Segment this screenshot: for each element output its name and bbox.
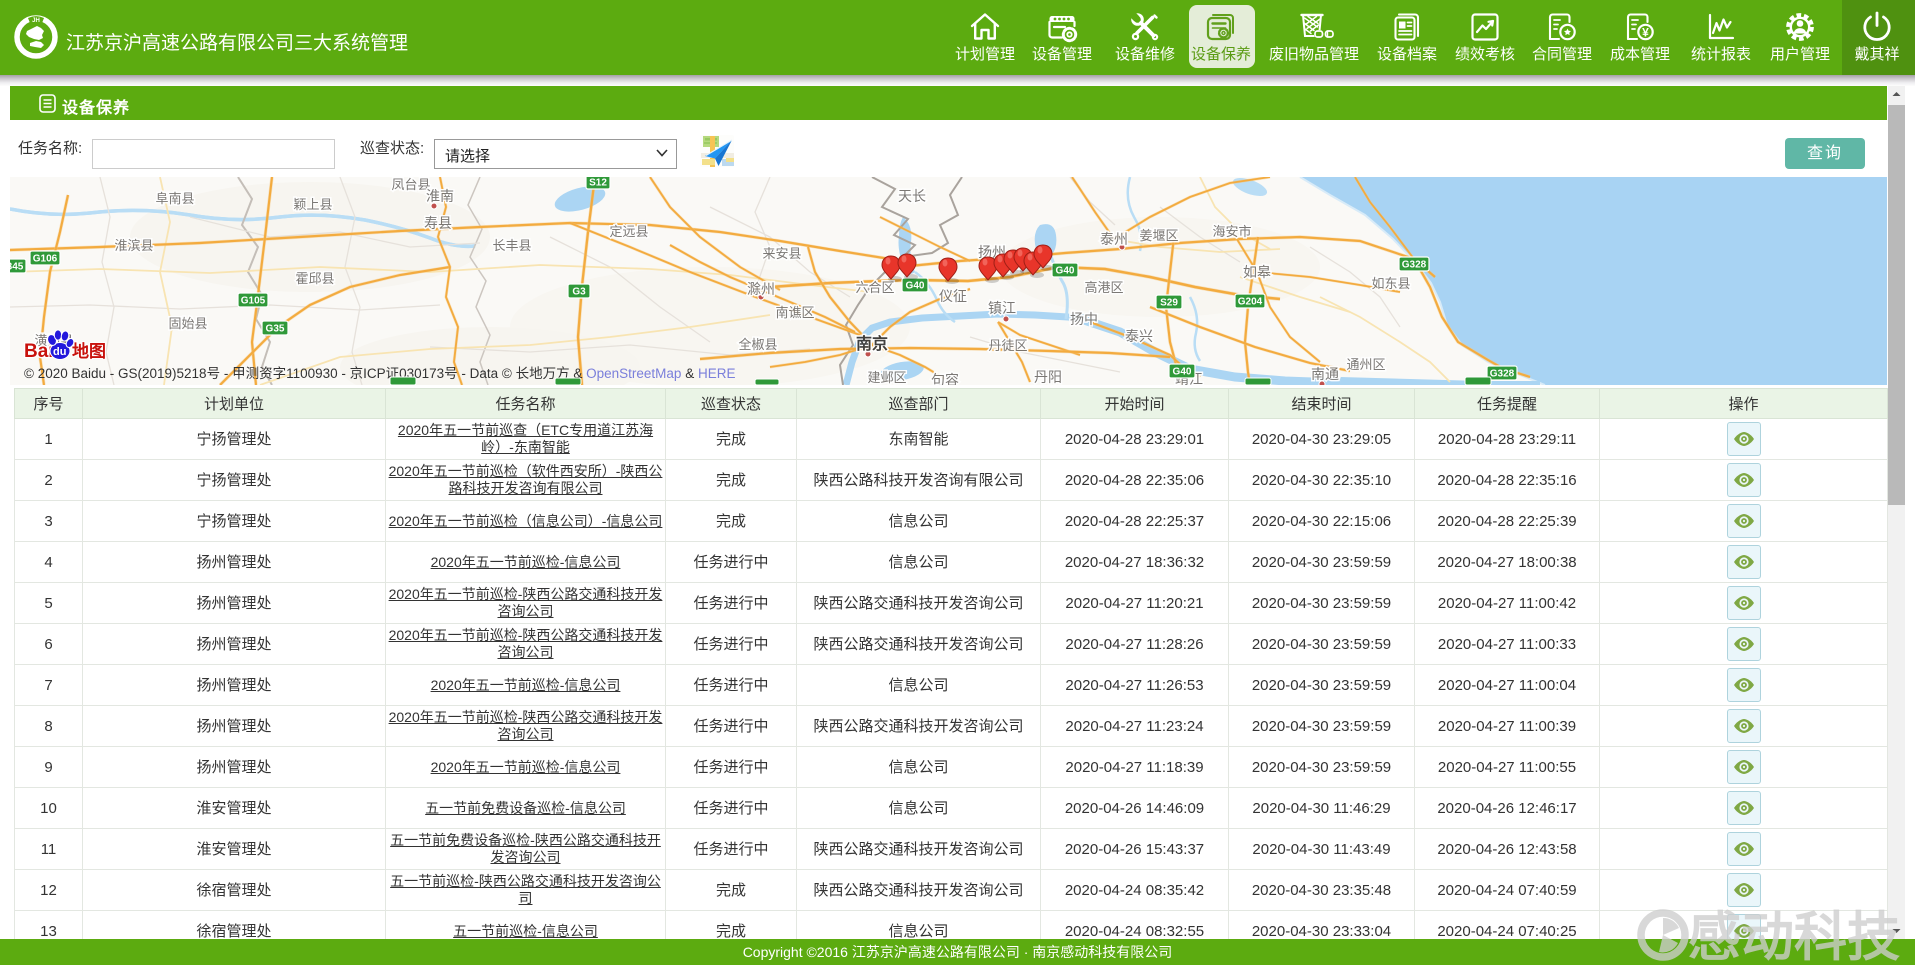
svg-text:如皋: 如皋 <box>1243 264 1271 280</box>
svg-text:阜南县: 阜南县 <box>155 191 194 206</box>
svg-text:S12: S12 <box>589 178 607 189</box>
svg-text:寿县: 寿县 <box>424 215 452 231</box>
svg-text:来安县: 来安县 <box>762 246 801 261</box>
svg-text:© 2020 Baidu - GS(2019)5218号 -: © 2020 Baidu - GS(2019)5218号 - 甲测资字11009… <box>24 366 735 381</box>
svg-text:颖上县: 颖上县 <box>293 197 332 212</box>
svg-text:南京: 南京 <box>856 334 888 353</box>
svg-text:泰州: 泰州 <box>1100 231 1128 247</box>
svg-text:G106: G106 <box>33 254 58 265</box>
svg-text:G204: G204 <box>1238 297 1263 308</box>
svg-text:丹阳: 丹阳 <box>1034 369 1062 385</box>
svg-text:霍邱县: 霍邱县 <box>295 271 334 286</box>
svg-text:通州区: 通州区 <box>1346 357 1385 372</box>
svg-text:南通: 南通 <box>1311 366 1339 382</box>
svg-text:扬中: 扬中 <box>1070 311 1098 327</box>
svg-text:南谯区: 南谯区 <box>775 305 814 320</box>
svg-text:G105: G105 <box>241 296 266 307</box>
svg-text:建邺区: 建邺区 <box>867 370 906 385</box>
svg-text:345: 345 <box>10 262 24 273</box>
svg-text:定远县: 定远县 <box>609 224 648 239</box>
svg-text:G40: G40 <box>1173 367 1192 378</box>
svg-text:淮南: 淮南 <box>426 188 454 204</box>
svg-text:泰兴: 泰兴 <box>1125 328 1153 344</box>
svg-text:海安市: 海安市 <box>1212 224 1251 239</box>
svg-text:G35: G35 <box>266 324 285 335</box>
svg-text:G328: G328 <box>1490 369 1515 380</box>
svg-text:淮滨县: 淮滨县 <box>114 238 153 253</box>
svg-text:句容: 句容 <box>931 372 959 385</box>
svg-text:六合区: 六合区 <box>855 280 894 295</box>
svg-text:镇江: 镇江 <box>988 300 1016 316</box>
svg-text:长丰县: 长丰县 <box>492 238 531 253</box>
svg-text:凤台县: 凤台县 <box>391 177 430 192</box>
svg-text:G40: G40 <box>906 281 925 292</box>
svg-text:天长: 天长 <box>898 188 926 204</box>
svg-text:G328: G328 <box>1402 260 1427 271</box>
svg-text:固始县: 固始县 <box>168 316 207 331</box>
svg-text:高港区: 高港区 <box>1084 280 1123 295</box>
svg-text:JH: JH <box>32 18 40 24</box>
svg-text:滁州: 滁州 <box>747 281 775 297</box>
svg-text:du: du <box>53 346 66 358</box>
svg-text:S29: S29 <box>1160 298 1178 309</box>
svg-text:丹徒区: 丹徒区 <box>988 338 1027 353</box>
svg-text:¥: ¥ <box>1642 26 1649 40</box>
svg-text:如东县: 如东县 <box>1371 276 1410 291</box>
svg-text:G40: G40 <box>1056 266 1075 277</box>
svg-text:地图: 地图 <box>72 341 106 361</box>
svg-text:姜堰区: 姜堰区 <box>1139 228 1178 243</box>
svg-text:仪征: 仪征 <box>939 288 967 304</box>
svg-text:G3: G3 <box>572 287 586 298</box>
svg-text:全椒县: 全椒县 <box>738 337 777 352</box>
svg-text:感动科技: 感动科技 <box>1688 908 1900 967</box>
